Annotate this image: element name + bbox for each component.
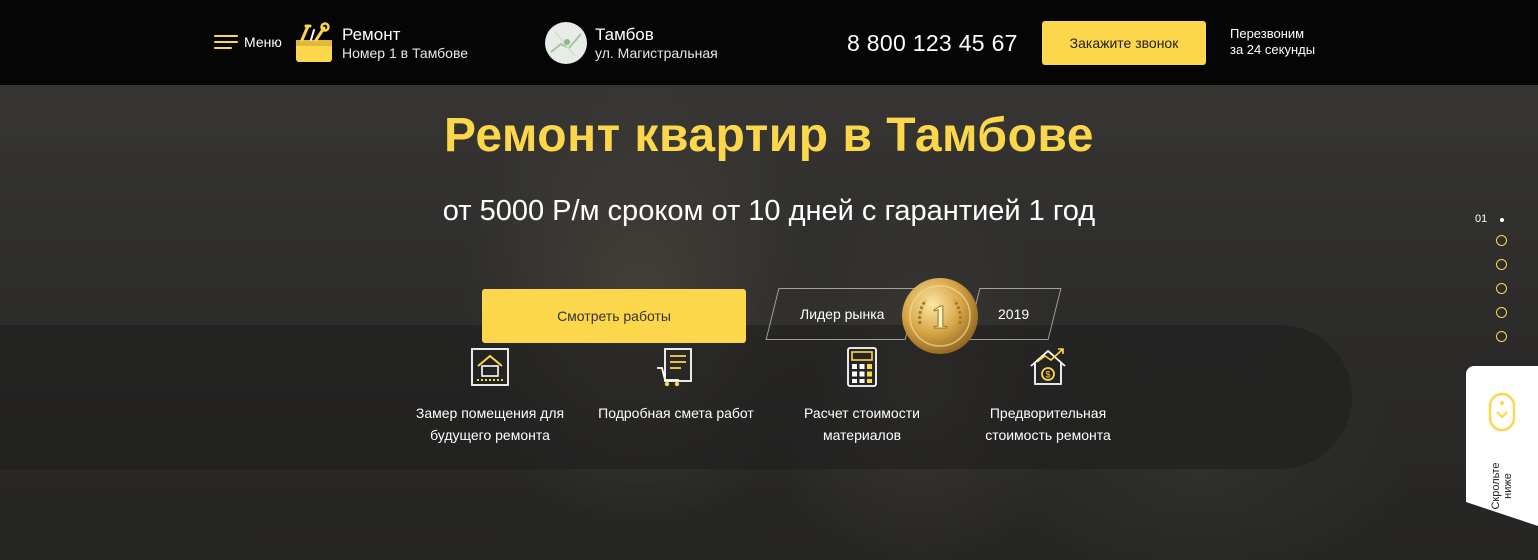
svg-text:$: $ bbox=[1045, 370, 1050, 380]
callback-note: Перезвоним за 24 секунды bbox=[1230, 26, 1315, 58]
pager-dot-2[interactable] bbox=[1496, 235, 1507, 246]
feature-line-2: будущего ремонта bbox=[430, 427, 550, 443]
gold-medal-icon: 1 bbox=[902, 278, 978, 354]
market-leader-badge: Лидер рынка 2019 1 bbox=[765, 278, 1062, 354]
feature-text: Расчет стоимости материалов bbox=[767, 402, 957, 446]
menu-button[interactable]: Меню bbox=[214, 34, 282, 50]
phone-number-link[interactable]: 8 800 123 45 67 bbox=[847, 30, 1018, 57]
feature-line-1: Расчет стоимости bbox=[804, 405, 920, 421]
feature-measurement: Замер помещения для будущего ремонта bbox=[395, 346, 585, 446]
callback-line-1: Перезвоним bbox=[1230, 26, 1305, 41]
feature-text: Предворительная стоимость ремонта bbox=[953, 402, 1143, 446]
view-works-button[interactable]: Смотреть работы bbox=[482, 289, 746, 343]
feature-materials: Расчет стоимости материалов bbox=[767, 346, 957, 446]
leader-year: 2019 bbox=[998, 306, 1030, 322]
leader-label: Лидер рынка bbox=[799, 306, 885, 322]
scroll-down-icon bbox=[1488, 392, 1516, 432]
hamburger-icon bbox=[214, 34, 238, 50]
menu-label: Меню bbox=[244, 34, 282, 50]
feature-estimate: Подробная смета работ bbox=[581, 346, 771, 424]
feature-line-1: Предворительная bbox=[989, 405, 1107, 421]
medal-number: 1 bbox=[932, 299, 949, 336]
feature-line-1: Подробная смета работ bbox=[598, 405, 754, 421]
house-price-growth-icon: $ bbox=[1030, 348, 1066, 385]
city-location[interactable]: Тамбов ул. Магистральная bbox=[545, 22, 718, 64]
logo-subtitle: Номер 1 в Тамбове bbox=[342, 44, 469, 61]
estimate-cart-icon bbox=[657, 348, 692, 387]
feature-line-1: Замер помещения для bbox=[415, 405, 565, 421]
feature-preliminary-cost: $ Предворительная стоимость ремонта bbox=[953, 346, 1143, 446]
logo[interactable]: Ремонт Номер 1 в Тамбове bbox=[294, 22, 468, 64]
pager-dot-6[interactable] bbox=[1496, 331, 1507, 342]
pager-dot-5[interactable] bbox=[1496, 307, 1507, 318]
feature-line-2: материалов bbox=[822, 427, 902, 443]
calculator-icon bbox=[847, 347, 877, 387]
scroll-hint-line-1: Скрольте bbox=[1490, 462, 1502, 510]
city-street: ул. Магистральная bbox=[595, 44, 718, 61]
house-plan-icon bbox=[471, 348, 509, 386]
logo-title: Ремонт bbox=[342, 24, 401, 44]
scroll-hint-line-2: ниже bbox=[1502, 473, 1514, 499]
hero-subtitle: от 5000 Р/м сроком от 10 дней с гарантие… bbox=[442, 195, 1096, 227]
feature-text: Замер помещения для будущего ремонта bbox=[395, 402, 585, 446]
toolbox-logo-icon bbox=[296, 22, 332, 62]
leader-label-box: Лидер рынка bbox=[765, 288, 919, 340]
site-header: Меню Ремонт Номер 1 в Тамбове Тамбов ул.… bbox=[0, 0, 1538, 85]
pager-dot-3[interactable] bbox=[1496, 259, 1507, 270]
feature-line-2: стоимость ремонта bbox=[985, 427, 1111, 443]
pager-active-dot[interactable] bbox=[1500, 218, 1504, 222]
scroll-down-tab[interactable]: Скрольте ниже bbox=[1466, 366, 1538, 526]
map-thumbnail-icon bbox=[545, 22, 587, 64]
feature-text: Подробная смета работ bbox=[581, 402, 771, 424]
city-name: Тамбов bbox=[595, 24, 654, 44]
scroll-hint-text: Скрольте ниже bbox=[1490, 462, 1514, 509]
order-call-button[interactable]: Закажите звонок bbox=[1042, 21, 1206, 65]
page-title: Ремонт квартир в Тамбове bbox=[444, 109, 1094, 162]
pager-current-number: 01 bbox=[1475, 213, 1488, 225]
leader-year-box: 2019 bbox=[966, 288, 1062, 340]
pager-dot-4[interactable] bbox=[1496, 283, 1507, 294]
callback-line-2: за 24 секунды bbox=[1230, 42, 1316, 57]
